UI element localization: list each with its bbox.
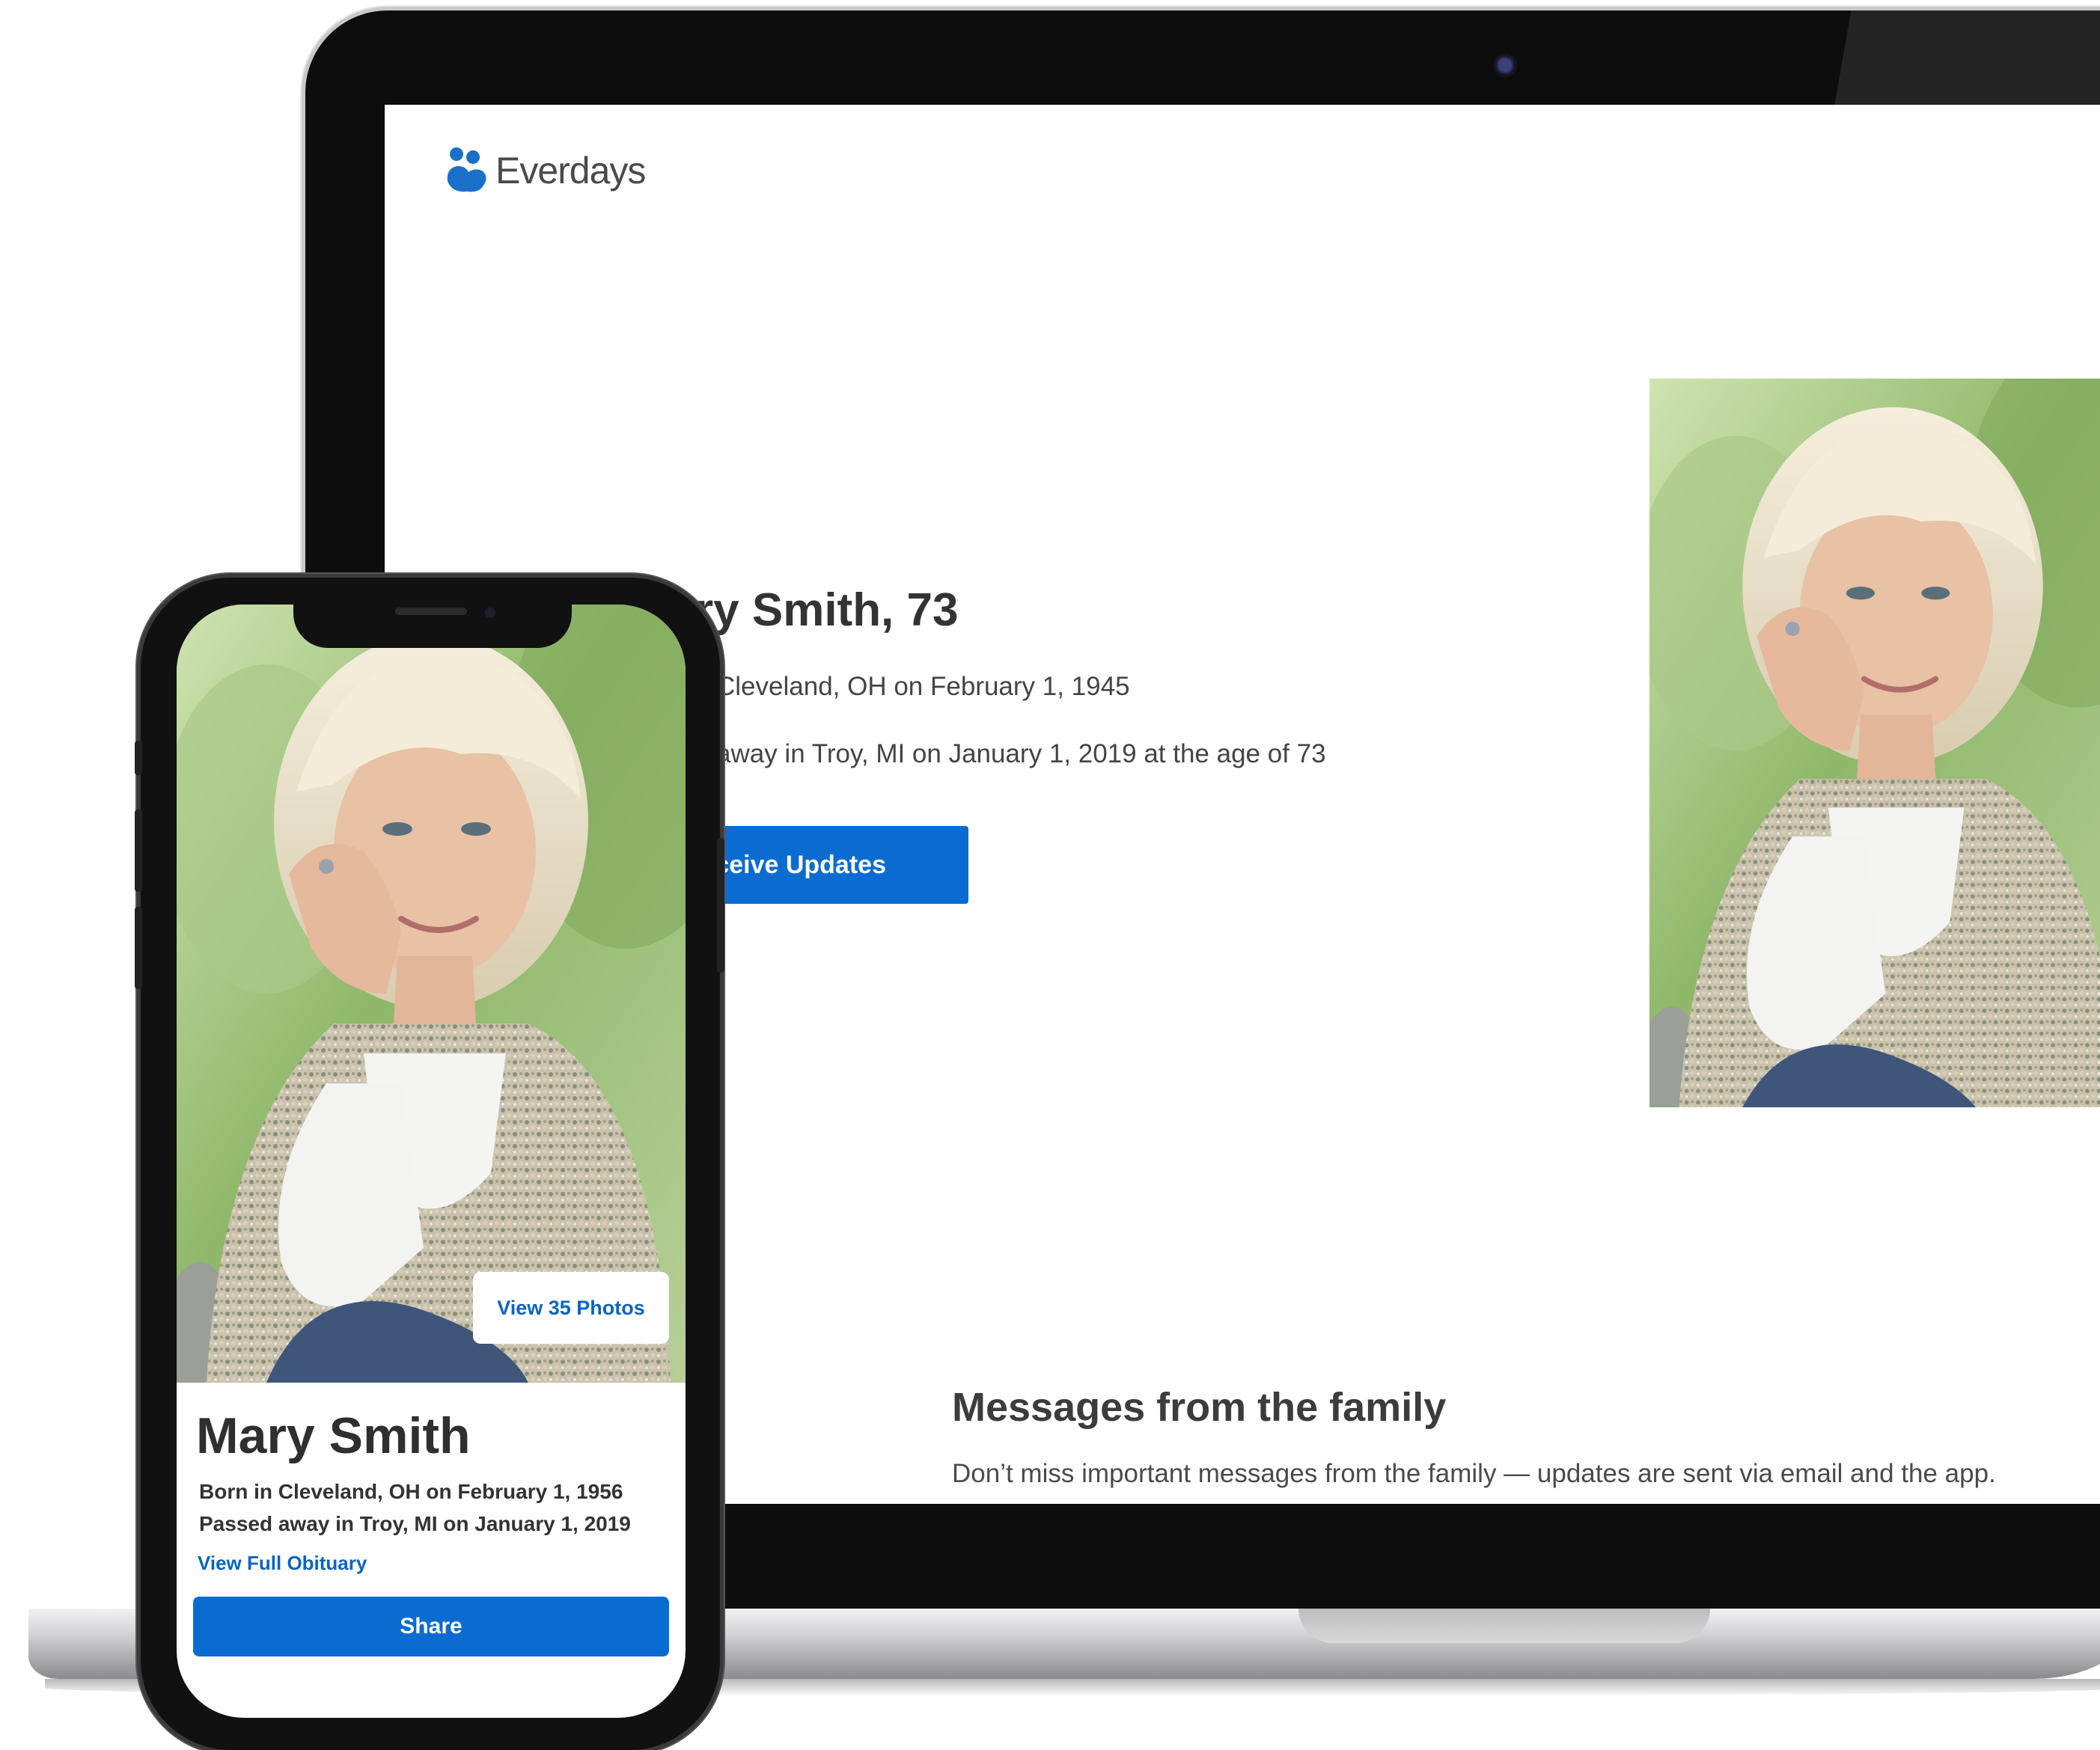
- brand-name: Everdays: [495, 150, 646, 192]
- mobile-memorial-name: Mary Smith: [196, 1407, 471, 1464]
- mobile-birth-info: Born in Cleveland, OH on February 1, 195…: [199, 1480, 623, 1503]
- memorial-title: ry Smith, 73: [695, 584, 959, 636]
- phone-mute-switch: [135, 741, 142, 775]
- phone-volume-up: [135, 810, 142, 892]
- share-button[interactable]: Share: [193, 1597, 669, 1656]
- mobile-memorial-photo[interactable]: [177, 605, 686, 1383]
- phone-power-button: [717, 838, 724, 973]
- everdays-paw-icon: [447, 147, 486, 192]
- phone-screen: View 35 Photos Mary Smith Born in Clevel…: [177, 605, 686, 1718]
- phone-speaker: [395, 608, 467, 615]
- view-obituary-link[interactable]: View Full Obituary: [198, 1552, 367, 1575]
- view-photos-button[interactable]: View 35 Photos: [473, 1272, 669, 1344]
- bezel-reflection: [1789, 10, 2100, 105]
- front-camera-icon: [485, 608, 495, 618]
- phone-volume-down: [135, 907, 142, 989]
- messages-heading: Messages from the family: [952, 1385, 1447, 1430]
- brand-logo[interactable]: Everdays: [445, 141, 646, 201]
- memorial-photo[interactable]: [1649, 379, 2100, 1107]
- mobile-death-info: Passed away in Troy, MI on January 1, 20…: [199, 1512, 631, 1535]
- webcam-icon: [1491, 51, 1519, 79]
- birth-info: Cleveland, OH on February 1, 1945: [716, 672, 1130, 701]
- death-info: away in Troy, MI on January 1, 2019 at t…: [716, 739, 1326, 768]
- receive-updates-button[interactable]: eceive Updates: [684, 826, 968, 904]
- messages-description: Don’t miss important messages from the f…: [952, 1459, 1996, 1488]
- laptop-lid-notch: [1298, 1609, 1710, 1643]
